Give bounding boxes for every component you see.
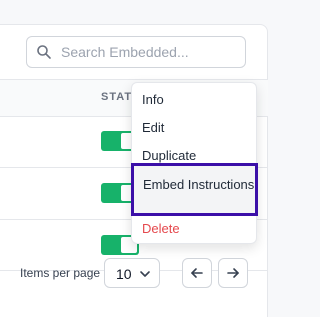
divider [0, 79, 268, 80]
menu-item-edit[interactable]: Edit [132, 119, 256, 137]
search-input[interactable] [61, 37, 241, 67]
previous-page-button[interactable] [182, 258, 212, 288]
chevron-down-icon [140, 271, 150, 277]
search-box[interactable] [26, 36, 246, 68]
search-icon [37, 45, 51, 59]
arrow-right-icon [227, 268, 239, 278]
arrow-left-icon [191, 268, 203, 278]
items-per-page-select[interactable]: 10 [104, 258, 160, 288]
next-page-button[interactable] [218, 258, 248, 288]
row-actions-menu: Info Edit Duplicate Embed Instructions D… [131, 82, 258, 244]
items-per-page-label: Items per page [20, 266, 101, 280]
page-size-value: 10 [116, 266, 132, 282]
menu-item-delete[interactable]: Delete [132, 220, 256, 238]
menu-item-info[interactable]: Info [132, 91, 256, 109]
menu-item-embed-instructions[interactable]: Embed Instructions [131, 163, 258, 216]
